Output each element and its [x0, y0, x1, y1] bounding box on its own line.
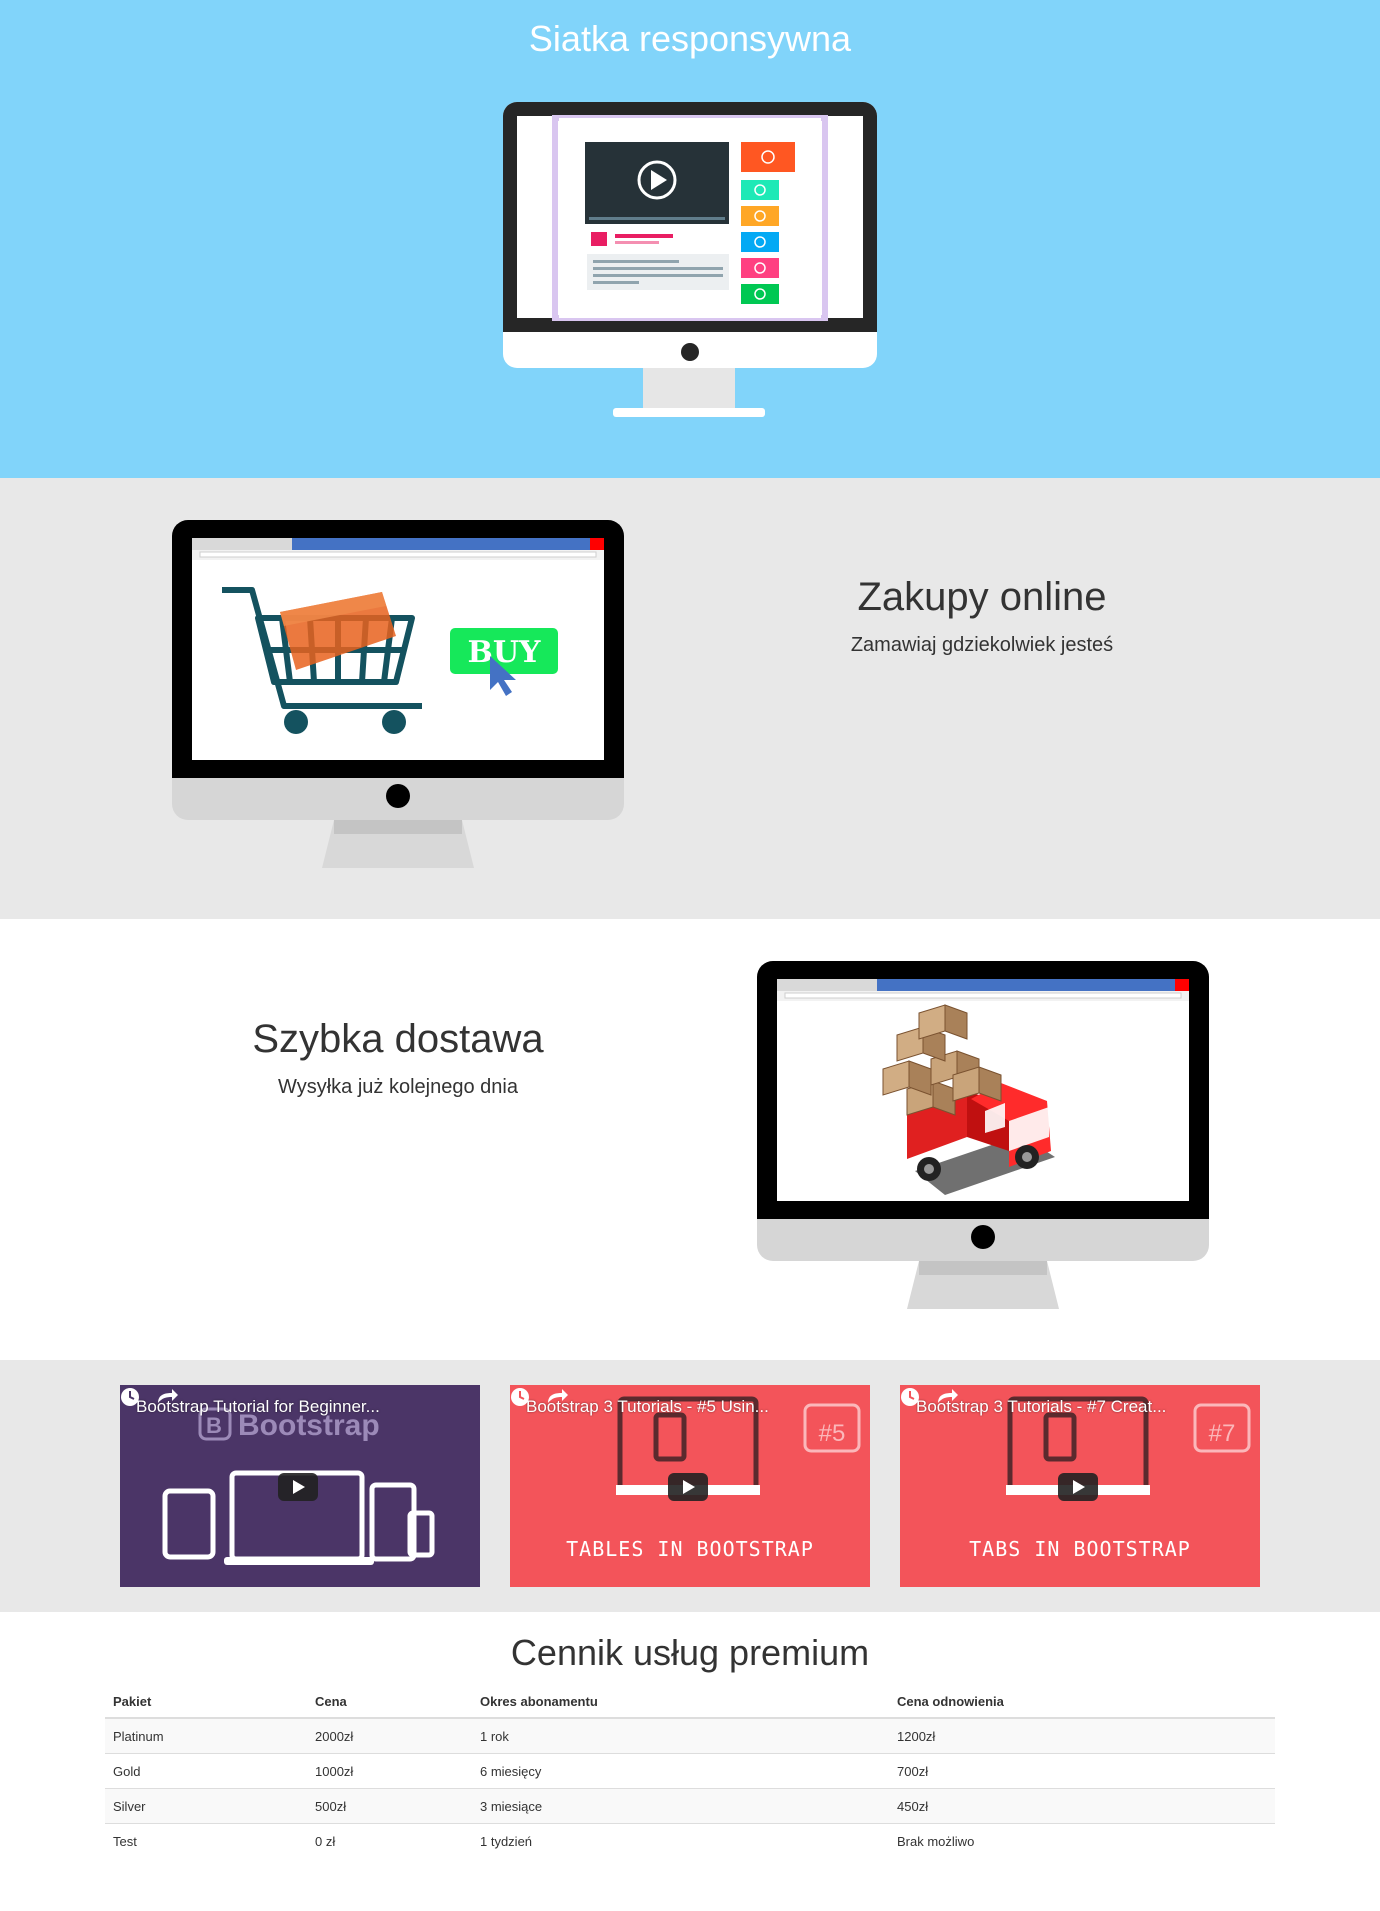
episode-badge: #7	[1209, 1420, 1236, 1447]
table-header-row: Pakiet Cena Okres abonamentu Cena odnowi…	[105, 1684, 1275, 1719]
column-header: Cena	[307, 1684, 472, 1719]
table-cell: Test	[105, 1823, 307, 1858]
pricing-table: Pakiet Cena Okres abonamentu Cena odnowi…	[105, 1684, 1275, 1858]
shop-text-block: Zakupy online Zamawiaj gdziekolwiek jest…	[782, 575, 1182, 657]
buy-button-text: BUY	[468, 635, 542, 670]
column-header: Cena odnowienia	[889, 1684, 1275, 1719]
table-cell: 6 miesięcy	[472, 1753, 889, 1789]
table-cell: Gold	[105, 1753, 307, 1789]
table-row: Test 0 zł 1 tydzień Brak możliwo	[105, 1823, 1275, 1858]
video-embed-tables-in-bootstrap[interactable]: #5 Bootstrap 3 Tutorials - #5 Usin... TA…	[510, 1385, 870, 1587]
table-row: Platinum 2000zł 1 rok 1200zł	[105, 1717, 1275, 1754]
table-cell: Silver	[105, 1788, 307, 1824]
watch-later-and-share-icons[interactable]	[900, 1385, 960, 1409]
table-cell: Brak możliwo	[889, 1823, 1275, 1858]
fast-delivery-section: Szybka dostawa Wysyłka już kolejnego dni…	[0, 919, 1380, 1360]
watch-later-and-share-icons[interactable]	[120, 1385, 180, 1409]
delivery-text-block: Szybka dostawa Wysyłka już kolejnego dni…	[198, 1017, 598, 1099]
pricing-title: Cennik usług premium	[510, 1632, 870, 1673]
watch-later-and-share-icons[interactable]	[510, 1385, 570, 1409]
video-embed-bootstrap-tutorial[interactable]: B Bootstrap Bootstrap Tutorial for Begin…	[120, 1385, 480, 1587]
column-header: Pakiet	[105, 1684, 307, 1719]
table-cell: 1 rok	[472, 1717, 889, 1754]
table-cell: 700zł	[889, 1753, 1275, 1789]
table-cell: 3 miesiące	[472, 1788, 889, 1824]
table-cell: 0 zł	[307, 1823, 472, 1858]
video-caption: TABS IN BOOTSTRAP	[969, 1537, 1191, 1561]
shop-title: Zakupy online	[857, 575, 1107, 619]
video-caption: TABLES IN BOOTSTRAP	[566, 1537, 814, 1561]
table-cell: 2000zł	[307, 1717, 472, 1754]
episode-badge: #5	[819, 1420, 846, 1447]
table-cell: 1000zł	[307, 1753, 472, 1789]
table-row: Silver 500zł 3 miesiące 450zł	[105, 1788, 1275, 1824]
table-cell: 500zł	[307, 1788, 472, 1824]
table-cell: 1 tydzień	[472, 1823, 889, 1858]
table-cell: Platinum	[105, 1717, 307, 1754]
hero-section: Siatka responsywna	[0, 0, 1380, 478]
table-cell: 1200zł	[889, 1717, 1275, 1754]
delivery-subtitle: Wysyłka już kolejnego dnia	[278, 1076, 518, 1098]
delivery-title: Szybka dostawa	[252, 1017, 544, 1061]
pricing-section: Cennik usług premium Pakiet Cena Okres a…	[0, 1612, 1380, 1911]
online-shopping-section: BUY Zakupy online Zamawiaj gdziekolwiek …	[0, 478, 1380, 919]
video-tutorials-section: B Bootstrap Bootstrap Tutorial for Begin…	[0, 1360, 1380, 1612]
table-cell: 450zł	[889, 1788, 1275, 1824]
hero-title: Siatka responsywna	[528, 18, 852, 59]
column-header: Okres abonamentu	[472, 1684, 889, 1719]
responsive-monitor-illustration	[503, 102, 877, 425]
shopping-cart-monitor-illustration: BUY	[172, 520, 624, 873]
video-embed-tabs-in-bootstrap[interactable]: #7 Bootstrap 3 Tutorials - #7 Creat... T…	[900, 1385, 1260, 1587]
delivery-truck-monitor-illustration	[757, 961, 1209, 1314]
shop-subtitle: Zamawiaj gdziekolwiek jesteś	[850, 634, 1114, 656]
table-row: Gold 1000zł 6 miesięcy 700zł	[105, 1753, 1275, 1789]
